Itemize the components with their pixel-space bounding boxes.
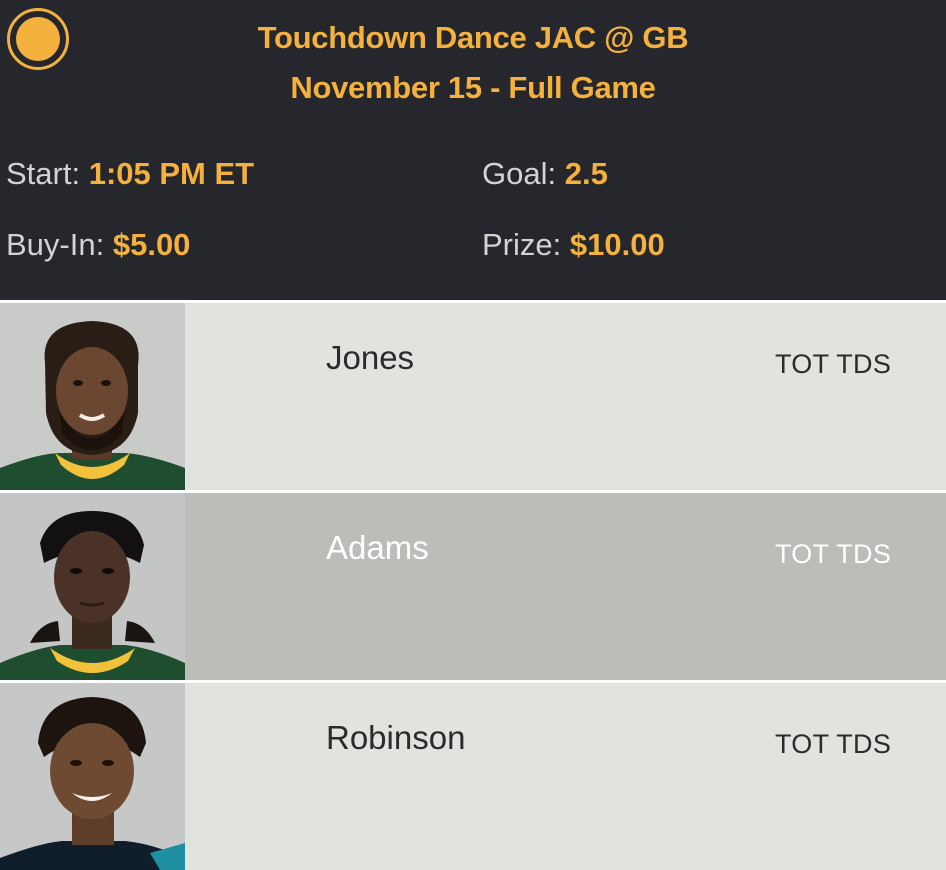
player-photo	[0, 303, 185, 490]
contest-subtitle: November 15 - Full Game	[290, 70, 656, 105]
player-stat-label: TOT TDS	[775, 349, 892, 379]
start-label: Start:	[6, 156, 81, 191]
player-row[interactable]: Jones TOT TDS	[0, 300, 946, 490]
player-stat-label: TOT TDS	[775, 539, 892, 569]
player-photo	[0, 493, 185, 680]
player-list: Jones TOT TDS Adams TOT TDS Robinson TOT…	[0, 300, 946, 870]
buyin-info: Buy-In: $5.00	[6, 227, 190, 263]
prize-value: $10.00	[569, 227, 665, 262]
start-info: Start: 1:05 PM ET	[6, 156, 254, 192]
prize-label: Prize:	[482, 227, 562, 262]
prize-info: Prize: $10.00	[482, 227, 665, 263]
goal-value: 2.5	[564, 156, 608, 191]
contest-header: Touchdown Dance JAC @ GB November 15 - F…	[0, 0, 946, 300]
player-name: Robinson	[326, 719, 466, 756]
player-row[interactable]: Robinson TOT TDS	[0, 680, 946, 870]
player-row[interactable]: Adams TOT TDS	[0, 490, 946, 680]
contest-title: Touchdown Dance JAC @ GB	[257, 20, 689, 55]
goal-label: Goal:	[482, 156, 557, 191]
goal-info: Goal: 2.5	[482, 156, 608, 192]
buyin-label: Buy-In:	[6, 227, 105, 262]
player-photo	[0, 683, 185, 870]
player-name: Adams	[326, 529, 429, 566]
player-name: Jones	[326, 339, 415, 376]
player-stat-label: TOT TDS	[775, 729, 892, 759]
buyin-value: $5.00	[112, 227, 191, 262]
start-value: 1:05 PM ET	[88, 156, 255, 191]
